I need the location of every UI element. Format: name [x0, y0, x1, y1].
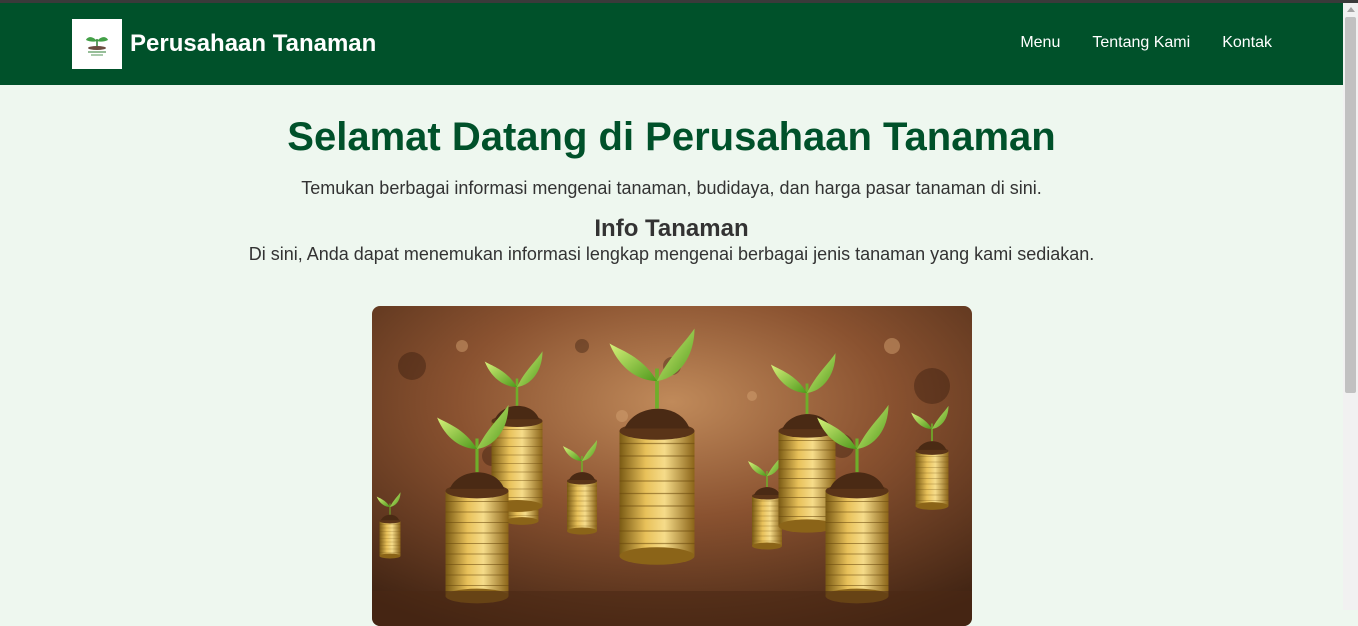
nav-menu[interactable]: Menu [1020, 34, 1060, 52]
scroll-up-icon[interactable] [1347, 7, 1355, 12]
info-text: Di sini, Anda dapat menemukan informasi … [248, 244, 1095, 264]
scrollbar-thumb[interactable] [1345, 17, 1356, 393]
hero-title: Selamat Datang di Perusahaan Tanaman [287, 115, 1056, 159]
sprout-logo-icon[interactable] [72, 19, 122, 69]
nav-kontak[interactable]: Kontak [1222, 34, 1272, 52]
info-title: Info Tanaman [594, 215, 749, 242]
navbar: Perusahaan Tanaman Menu Tentang Kami Kon… [0, 3, 1343, 85]
hero-subtitle: Temukan berbagai informasi mengenai tana… [301, 178, 1042, 198]
main-nav: Menu Tentang Kami Kontak [1020, 34, 1272, 52]
coin-stacks-with-sprouts-image [372, 306, 972, 626]
vertical-scrollbar[interactable] [1343, 3, 1358, 610]
brand-name[interactable]: Perusahaan Tanaman [130, 30, 376, 58]
nav-tentang-kami[interactable]: Tentang Kami [1092, 34, 1190, 52]
